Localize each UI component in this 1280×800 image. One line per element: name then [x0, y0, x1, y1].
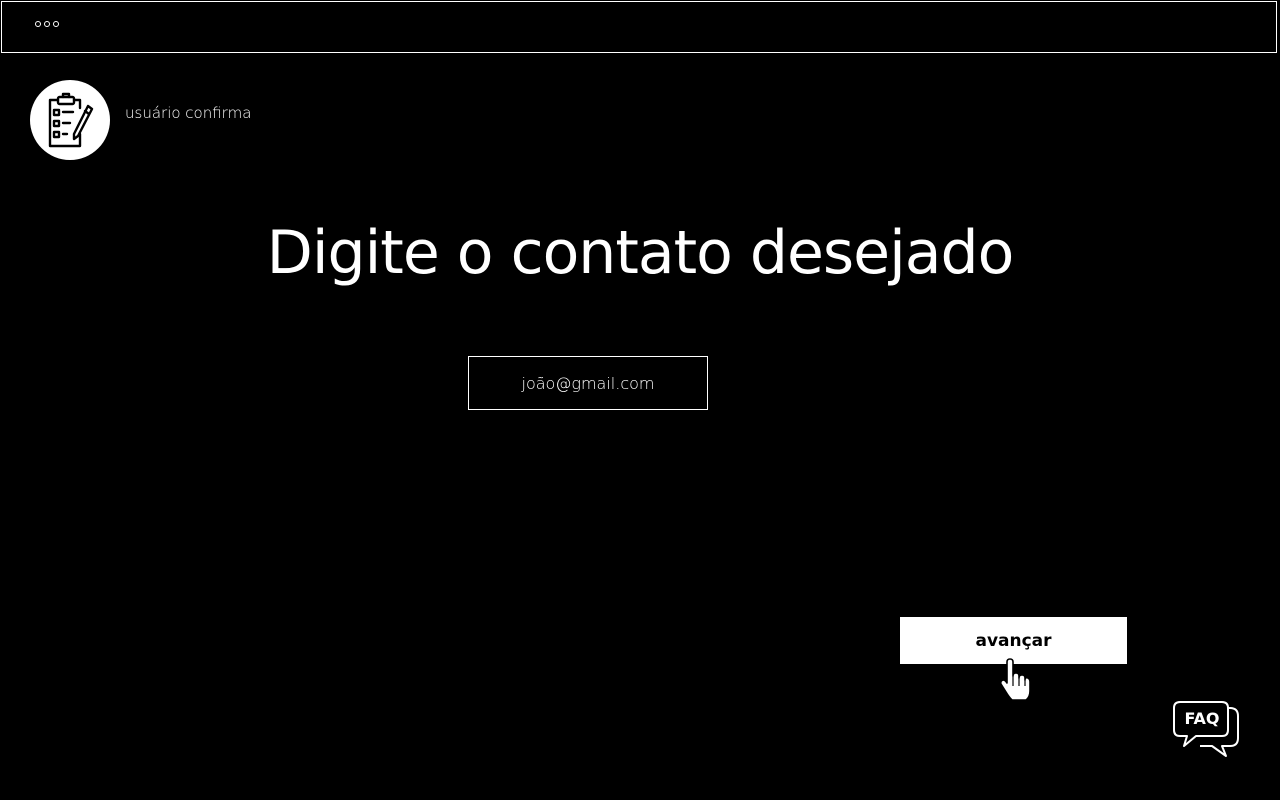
step-badge [30, 80, 110, 160]
clipboard-checklist-icon [48, 92, 94, 148]
faq-button[interactable]: FAQ [1170, 698, 1244, 762]
top-bar [1, 1, 1277, 53]
page: usuário confirma Digite o contato deseja… [0, 0, 1280, 800]
window-dot [44, 21, 50, 27]
page-title: Digite o contato desejado [266, 218, 1015, 288]
chat-bubbles-icon [1173, 701, 1239, 757]
step-label: usuário confirma [125, 104, 252, 122]
window-dots-icon[interactable] [35, 21, 59, 27]
window-dot [35, 21, 41, 27]
hand-pointer-cursor-icon [999, 658, 1031, 701]
contact-input[interactable] [468, 356, 708, 410]
next-button[interactable]: avançar [900, 617, 1127, 664]
faq-label: FAQ [1184, 709, 1220, 728]
window-dot [53, 21, 59, 27]
